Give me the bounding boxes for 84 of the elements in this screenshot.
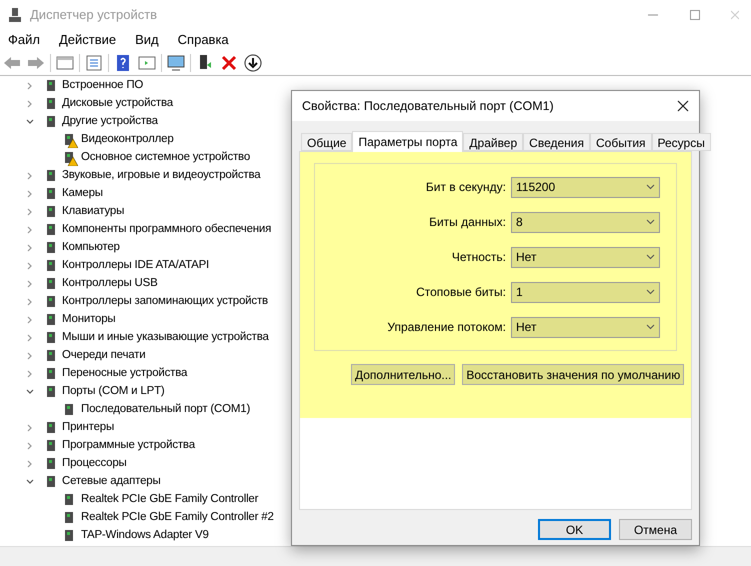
tree-item[interactable]: Процессоры <box>62 455 127 473</box>
chevron-down-icon[interactable] <box>26 388 34 396</box>
tab[interactable]: Драйвер <box>463 133 524 151</box>
tree-item[interactable]: Сетевые адаптеры <box>62 473 161 491</box>
chevron-right-icon[interactable] <box>26 334 34 342</box>
tree-item[interactable]: Дисковые устройства <box>62 95 173 113</box>
tree-item[interactable]: Компоненты программного обеспечения <box>62 221 272 239</box>
tree-item[interactable]: Видеоконтроллер <box>81 131 174 149</box>
warning-device-icon <box>62 132 78 148</box>
chevron-right-icon[interactable] <box>26 442 34 450</box>
chevron-right-icon[interactable] <box>26 82 34 90</box>
chevron-right-icon[interactable] <box>26 424 34 432</box>
chevron-right-icon[interactable] <box>26 100 34 108</box>
dropdown[interactable]: Нет <box>511 246 660 268</box>
menu-item[interactable]: Вид <box>135 30 159 50</box>
cancel-button[interactable]: Отмена <box>619 519 692 540</box>
tab[interactable]: Параметры порта <box>352 131 464 152</box>
ok-button[interactable]: OK <box>538 519 611 540</box>
tree-item[interactable]: Программные устройства <box>62 437 195 455</box>
field-label: Управление потоком: <box>386 319 507 336</box>
caret-icon <box>646 219 655 225</box>
field-label: Бит в секунду: <box>424 179 507 196</box>
tree-item[interactable]: Порты (COM и LPT) <box>62 383 165 401</box>
chevron-down-icon[interactable] <box>26 118 34 126</box>
field-label: Четность: <box>450 249 507 266</box>
menu-item[interactable]: Справка <box>178 30 229 50</box>
tree-item[interactable]: Мониторы <box>62 311 116 329</box>
close-icon[interactable] <box>677 100 689 112</box>
menu-item[interactable]: Действие <box>58 30 116 50</box>
menu-item[interactable]: Файл <box>8 30 40 50</box>
tree-item[interactable]: Контроллеры IDE ATA/ATAPI <box>62 257 210 275</box>
warning-device-icon <box>62 150 78 166</box>
tab[interactable]: События <box>590 133 652 151</box>
maximize-icon[interactable] <box>689 9 701 21</box>
tree-item[interactable]: Мыши и иные указывающие устройства <box>62 329 269 347</box>
window-title: Диспетчер устройств <box>30 6 158 24</box>
tree-item[interactable]: Основное системное устройство <box>81 149 250 167</box>
tree-item[interactable]: Другие устройства <box>62 113 158 131</box>
app-icon <box>8 7 22 23</box>
dropdown[interactable]: 8 <box>511 212 660 232</box>
chevron-right-icon[interactable] <box>26 244 34 252</box>
tree-item[interactable]: Встроенное ПО <box>62 77 144 95</box>
tree-item[interactable]: Принтеры <box>62 419 114 437</box>
chevron-right-icon[interactable] <box>26 262 34 270</box>
chevron-right-icon[interactable] <box>26 280 34 288</box>
panel-button[interactable]: Дополнительно... <box>351 364 456 385</box>
tree-item[interactable]: TAP-Windows Adapter V9 <box>81 527 209 545</box>
dropdown[interactable]: Нет <box>511 316 660 338</box>
dropdown[interactable]: 1 <box>511 282 660 302</box>
caret-icon <box>646 324 655 330</box>
tree-item[interactable]: Переносные устройства <box>62 365 188 383</box>
dialog-title: Свойства: Последовательный порт (COM1) <box>302 98 554 115</box>
tree-item[interactable]: Контроллеры запоминающих устройств <box>62 293 268 311</box>
caret-icon <box>646 289 655 295</box>
chevron-right-icon[interactable] <box>26 190 34 198</box>
tree-item[interactable]: Звуковые, игровые и видеоустройства <box>62 167 260 185</box>
tree-item[interactable]: Клавиатуры <box>62 203 124 221</box>
chevron-right-icon[interactable] <box>26 208 34 216</box>
dropdown[interactable]: 115200 <box>511 176 660 198</box>
field-label: Биты данных: <box>428 214 507 231</box>
tree-item[interactable]: Последовательный порт (COM1) <box>81 401 250 419</box>
chevron-right-icon[interactable] <box>26 298 34 306</box>
chevron-right-icon[interactable] <box>26 370 34 378</box>
tree-item[interactable]: Контроллеры USB <box>62 275 158 293</box>
chevron-right-icon[interactable] <box>26 172 34 180</box>
chevron-right-icon[interactable] <box>26 460 34 468</box>
list-icon[interactable] <box>84 52 104 72</box>
tree-item[interactable]: Компьютер <box>62 239 120 257</box>
tree-item[interactable]: Realtek PCIe GbE Family Controller <box>81 491 258 509</box>
panel-button[interactable]: Восстановить значения по умолчанию <box>462 364 684 385</box>
chevron-right-icon[interactable] <box>26 226 34 234</box>
chevron-down-icon[interactable] <box>26 478 34 486</box>
download-icon[interactable] <box>243 52 263 72</box>
tree-item[interactable]: Realtek PCIe GbE Family Controller #2 <box>81 509 274 527</box>
caret-icon <box>646 184 655 190</box>
caret-icon <box>646 254 655 260</box>
field-label: Стоповые биты: <box>415 284 507 301</box>
chevron-right-icon[interactable] <box>26 316 34 324</box>
tree-item[interactable]: Камеры <box>62 185 103 203</box>
tab[interactable]: Ресурсы <box>652 133 711 151</box>
chevron-right-icon[interactable] <box>26 352 34 360</box>
tree-item[interactable]: Очереди печати <box>62 347 146 365</box>
tab[interactable]: Общие <box>301 133 352 151</box>
tab[interactable]: Сведения <box>523 133 590 151</box>
